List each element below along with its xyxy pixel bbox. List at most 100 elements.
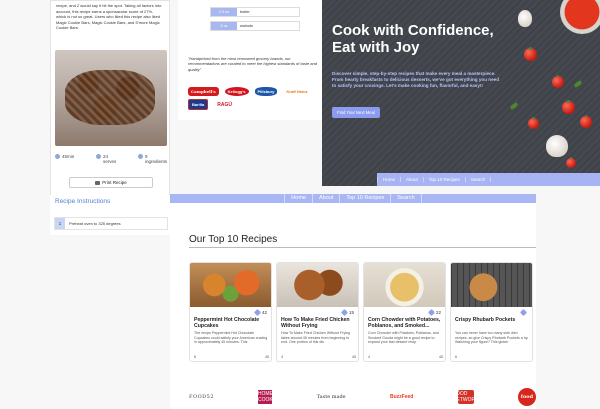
print-recipe-button[interactable]: Print Recipe (69, 177, 153, 188)
nav-top-10[interactable]: Top 10 Recipes (340, 194, 392, 203)
ragu-logo: RAGÚ (217, 101, 232, 108)
card-meta: 42 (190, 307, 271, 317)
section-title: Our Top 10 Recipes (189, 234, 278, 245)
card-footer: 4 45 (368, 355, 443, 359)
nav-top-10[interactable]: Top 10 Recipes (424, 177, 466, 182)
top-recipes-panel: Home About Top 10 Recipes Search Our Top… (170, 194, 536, 409)
barilla-logo: Barilla (188, 99, 209, 110)
ingredient-row[interactable]: 9 oz walnuts (210, 21, 300, 31)
recipe-description: recipe, and 2 would say it hit the spot.… (56, 3, 162, 31)
featured-brands: FOOD52 HOME COOK Taste made BuzzFeed FOO… (189, 386, 536, 408)
card-description: How To Make Fried Chicken Without Frying… (281, 331, 351, 345)
servings-count: 4 (281, 355, 283, 359)
card-meta: 22 (364, 307, 445, 317)
ingredient-row[interactable]: 1.0 oz butter (210, 7, 300, 17)
card-footer: 6 (455, 355, 530, 359)
card-meta (451, 307, 532, 317)
stat-time: 45min (55, 154, 74, 164)
card-footer: 6 45 (194, 355, 269, 359)
printer-icon (95, 180, 101, 185)
garlic-image (518, 10, 532, 27)
nav-home[interactable]: Home (377, 177, 402, 182)
ingredient-name: butter (240, 10, 250, 14)
instruction-step: 1 Preheat oven to 325 degrees (54, 217, 168, 230)
stat-time-value: 45min (62, 154, 75, 159)
nav-about[interactable]: About (401, 177, 424, 182)
garlic-image (546, 135, 568, 157)
card-title[interactable]: Corn Chowder with Potatoes, Poblanos, an… (368, 317, 443, 330)
servings-count: 6 (455, 355, 457, 359)
card-title[interactable]: Peppermint Hot Chocolate Cupcakes (194, 317, 269, 330)
fried-chicken-image (277, 263, 358, 307)
nav-search[interactable]: Search (391, 194, 422, 203)
magic-bars-image (65, 70, 155, 125)
print-recipe-label: Print Recipe (102, 180, 127, 185)
homecook-logo: HOME COOK (257, 390, 273, 404)
servings-count: 6 (194, 355, 196, 359)
heart-icon[interactable] (519, 308, 528, 316)
card-title[interactable]: How To Make Fried Chicken Without Frying (281, 317, 356, 330)
time-count: 45 (265, 355, 269, 359)
recipe-card[interactable]: Crispy Rhubarb Pockets You can never hav… (450, 262, 533, 362)
find-next-meal-button[interactable]: Find Your Next Meal (332, 107, 380, 118)
tacos-image (190, 263, 271, 307)
ingredient-name: walnuts (240, 24, 253, 28)
tomato-image (566, 157, 576, 168)
stat-ingredients: 9 ingredients (137, 154, 167, 164)
buzzfeed-logo: BuzzFeed (389, 394, 414, 400)
ingredients-brands-panel: 1.0 oz butter 9 oz walnuts "Handpicked f… (178, 0, 323, 120)
top-nav-bar: Home About Top 10 Recipes Search (170, 194, 536, 203)
recipe-card[interactable]: 42 Peppermint Hot Chocolate Cupcakes The… (189, 262, 272, 362)
heart-icon[interactable] (340, 308, 349, 316)
time-count: 45 (352, 355, 356, 359)
nav-about[interactable]: About (313, 194, 341, 203)
section-divider (189, 247, 536, 248)
tomato-image (552, 75, 564, 88)
recipe-card[interactable]: 15 How To Make Fried Chicken Without Fry… (276, 262, 359, 362)
card-description: Corn Chowder with Potatoes, Poblanos, an… (368, 331, 439, 345)
card-description: The recipe Peppermint Hot Chocolate Cupc… (194, 331, 268, 345)
nav-search[interactable]: Search (466, 177, 492, 182)
likes-count: 22 (435, 309, 441, 315)
recipe-photo (55, 50, 167, 146)
brand-logos: Campbell's Kellogg's Pillsbury Kraft Hei… (188, 87, 323, 110)
brands-quote: "Handpicked from the most renowned groce… (188, 56, 317, 72)
servings-count: 4 (368, 355, 370, 359)
card-footer: 4 45 (281, 355, 356, 359)
stat-serves: 24 serves (95, 154, 117, 164)
corn-chowder-image (364, 263, 445, 307)
tomato-image (524, 46, 537, 61)
tomato-image (528, 117, 539, 129)
kelloggs-logo: Kellogg's (224, 87, 249, 96)
food-logo: food (517, 388, 536, 406)
time-count: 45 (439, 355, 443, 359)
card-description: You can never have too many side dish re… (455, 331, 529, 345)
heart-icon[interactable] (427, 308, 436, 316)
people-icon (95, 154, 101, 159)
stat-serves-unit: serves (102, 159, 117, 164)
campbells-logo: Campbell's (188, 87, 219, 96)
likes-count: 42 (261, 309, 267, 315)
nav-home[interactable]: Home (284, 194, 313, 203)
heart-icon[interactable] (253, 308, 262, 316)
step-text: Preheat oven to 325 degrees (69, 221, 121, 226)
likes-count: 15 (348, 309, 354, 315)
food52-logo: FOOD52 (189, 394, 215, 400)
ingredients-icon (137, 154, 143, 159)
sauce-bowl-image (560, 0, 600, 34)
card-title[interactable]: Crispy Rhubarb Pockets (455, 317, 530, 323)
food-network-logo: FOOD NETWORK (452, 390, 479, 404)
hero-title: Cook with Confidence, Eat with Joy (332, 22, 494, 56)
instructions-title: Recipe Instructions (55, 198, 111, 205)
tastemade-logo: Taste made (316, 393, 346, 400)
ingredient-amount: 1.0 oz (211, 8, 237, 16)
ingredient-amount: 9 oz (211, 22, 237, 30)
recipe-card[interactable]: 22 Corn Chowder with Potatoes, Poblanos,… (363, 262, 446, 362)
hero-panel: Cook with Confidence, Eat with Joy Disco… (322, 0, 600, 186)
herb-leaf-image (573, 80, 583, 88)
rhubarb-pockets-image (451, 263, 532, 307)
card-meta: 15 (277, 307, 358, 317)
pillsbury-logo: Pillsbury (254, 87, 278, 96)
recipe-cards: 42 Peppermint Hot Chocolate Cupcakes The… (189, 262, 536, 364)
hero-subtitle: Discover simple, step-by-step recipes th… (332, 71, 500, 89)
